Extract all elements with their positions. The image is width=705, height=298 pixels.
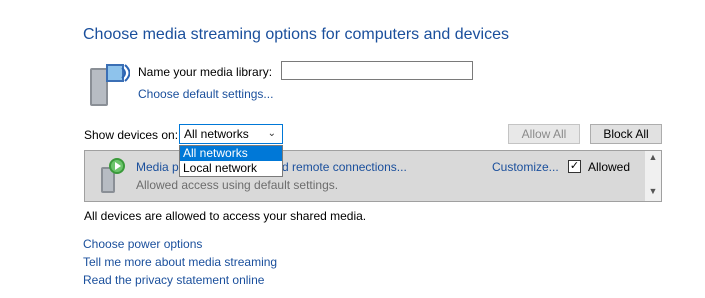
- media-library-icon: [90, 64, 130, 106]
- device-row[interactable]: [85, 151, 645, 201]
- allowed-checkbox[interactable]: ✓: [568, 160, 581, 173]
- scroll-down-icon[interactable]: ▼: [645, 186, 661, 196]
- media-player-device-icon: [101, 158, 125, 193]
- network-select[interactable]: All networks ⌄: [179, 124, 283, 144]
- chevron-down-icon: ⌄: [267, 128, 276, 139]
- network-select-value: All networks: [184, 127, 249, 141]
- page-title: Choose media streaming options for compu…: [83, 26, 509, 43]
- shared-media-info: All devices are allowed to access your s…: [84, 209, 367, 223]
- library-name-label: Name your media library:: [138, 65, 273, 79]
- power-options-link[interactable]: Choose power options: [83, 237, 202, 251]
- dropdown-option-local-network[interactable]: Local network: [180, 161, 282, 176]
- block-all-button[interactable]: Block All: [590, 124, 662, 144]
- device-name-end: and remote connections...: [268, 160, 407, 174]
- customize-link[interactable]: Customize...: [492, 160, 559, 174]
- scroll-up-icon[interactable]: ▲: [645, 152, 661, 162]
- allowed-label: Allowed: [588, 160, 631, 174]
- device-name-start: Media p: [136, 160, 179, 174]
- show-devices-label: Show devices on:: [84, 128, 179, 142]
- privacy-statement-link[interactable]: Read the privacy statement online: [83, 273, 264, 287]
- allow-all-button[interactable]: Allow All: [508, 124, 580, 144]
- dropdown-option-all-networks[interactable]: All networks: [180, 146, 282, 161]
- media-streaming-help-link[interactable]: Tell me more about media streaming: [83, 255, 277, 269]
- network-dropdown-list: All networks Local network: [179, 145, 283, 177]
- device-status-text: Allowed access using default settings.: [136, 178, 339, 192]
- choose-default-settings-link[interactable]: Choose default settings...: [138, 87, 273, 101]
- library-name-input[interactable]: [281, 61, 473, 80]
